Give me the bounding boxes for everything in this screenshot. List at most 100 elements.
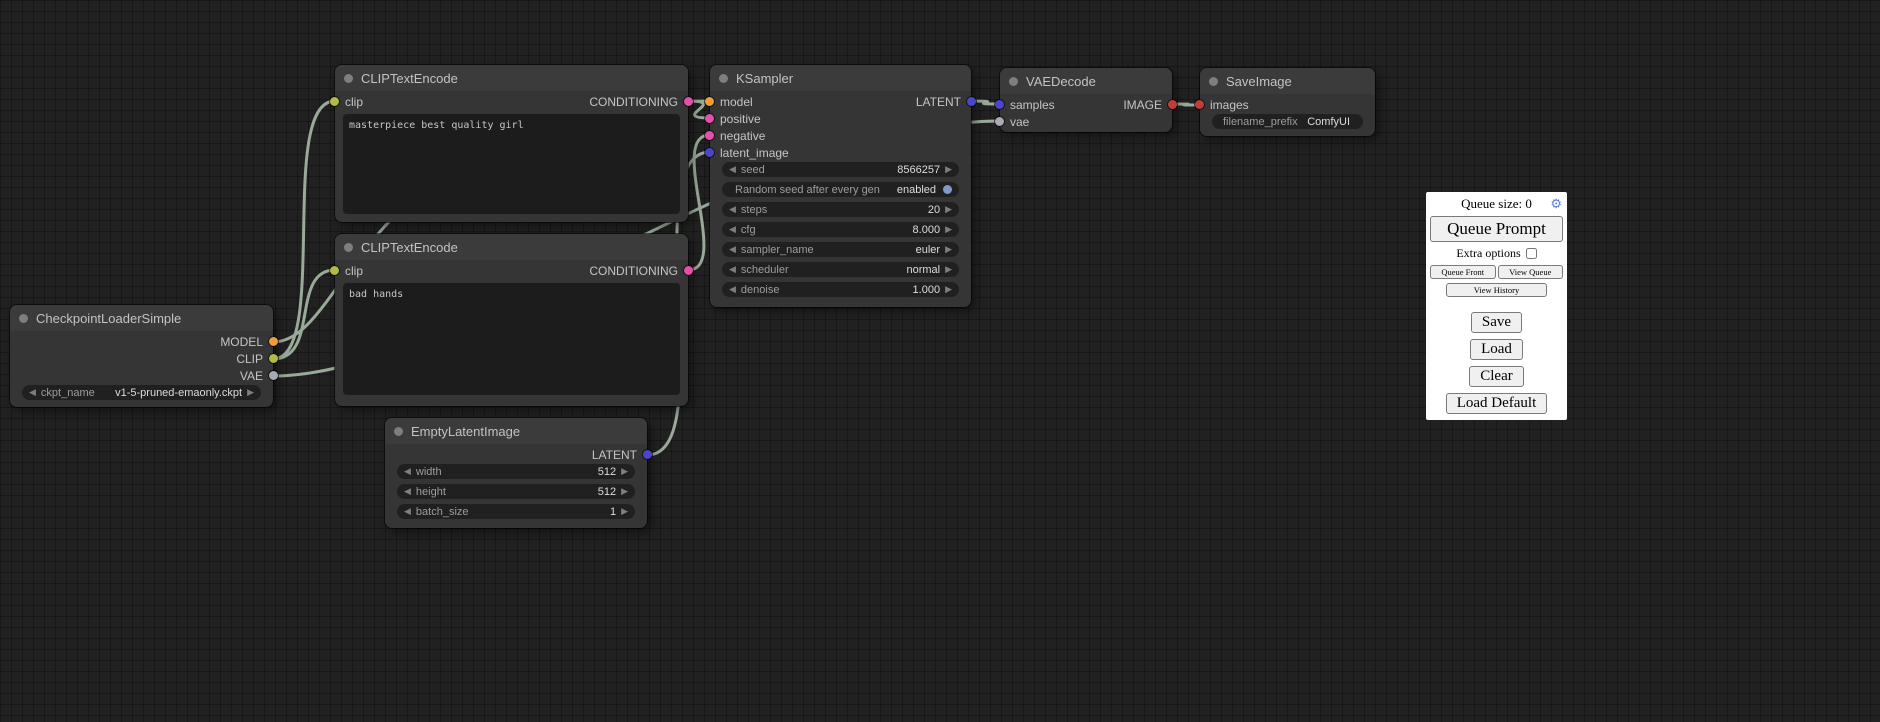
extra-options-checkbox[interactable] — [1526, 248, 1537, 259]
increment-arrow-icon[interactable]: ▶ — [621, 487, 628, 496]
node-vaedecode[interactable]: VAEDecode samples IMAGE vae — [1000, 68, 1172, 132]
decrement-arrow-icon[interactable]: ◀ — [729, 205, 736, 214]
conditioning-slot-dot[interactable] — [684, 97, 693, 106]
negative-prompt-textarea[interactable]: bad hands — [343, 283, 680, 395]
input-slot-latent-image[interactable]: latent_image — [710, 146, 789, 160]
decrement-arrow-icon[interactable]: ◀ — [29, 388, 36, 397]
input-slot-positive[interactable]: positive — [710, 112, 761, 126]
input-slot-model[interactable]: model — [710, 95, 753, 109]
increment-arrow-icon[interactable]: ▶ — [945, 165, 952, 174]
output-slot-clip[interactable]: CLIP — [236, 352, 273, 366]
collapse-toggle[interactable] — [394, 427, 403, 436]
node-title-bar[interactable]: CheckpointLoaderSimple — [10, 305, 273, 331]
node-ksampler[interactable]: KSampler model LATENT positive — [710, 65, 971, 307]
collapse-toggle[interactable] — [1009, 77, 1018, 86]
load-button[interactable]: Load — [1470, 339, 1523, 360]
save-button[interactable]: Save — [1471, 312, 1522, 333]
model-slot-dot[interactable] — [705, 97, 714, 106]
node-cliptextencode-positive[interactable]: CLIPTextEncode clip CONDITIONING masterp… — [335, 65, 688, 222]
widget-height[interactable]: ◀ height 512 ▶ — [397, 484, 635, 499]
collapse-toggle[interactable] — [719, 74, 728, 83]
output-slot-latent[interactable]: LATENT — [916, 95, 971, 109]
view-queue-button[interactable]: View Queue — [1498, 265, 1564, 279]
widget-steps[interactable]: ◀ steps 20 ▶ — [722, 202, 959, 217]
clear-button[interactable]: Clear — [1469, 366, 1523, 387]
widget-seed[interactable]: ◀ seed 8566257 ▶ — [722, 162, 959, 177]
conditioning-slot-dot[interactable] — [684, 266, 693, 275]
collapse-toggle[interactable] — [19, 314, 28, 323]
output-slot-model[interactable]: MODEL — [220, 335, 273, 349]
input-slot-samples[interactable]: samples — [1000, 98, 1055, 112]
vae-slot-dot[interactable] — [995, 117, 1004, 126]
node-title-bar[interactable]: CLIPTextEncode — [335, 65, 688, 91]
increment-arrow-icon[interactable]: ▶ — [621, 467, 628, 476]
node-title-bar[interactable]: VAEDecode — [1000, 68, 1172, 94]
model-slot-dot[interactable] — [269, 337, 278, 346]
node-title-bar[interactable]: EmptyLatentImage — [385, 418, 647, 444]
collapse-toggle[interactable] — [344, 243, 353, 252]
widget-scheduler[interactable]: ◀ scheduler normal ▶ — [722, 262, 959, 277]
load-default-button[interactable]: Load Default — [1446, 393, 1548, 414]
queue-prompt-button[interactable]: Queue Prompt — [1430, 216, 1563, 242]
input-slot-clip[interactable]: clip — [335, 95, 363, 109]
decrement-arrow-icon[interactable]: ◀ — [729, 165, 736, 174]
conditioning-slot-dot[interactable] — [705, 131, 714, 140]
output-slot-image[interactable]: IMAGE — [1123, 98, 1172, 112]
widget-filename-prefix[interactable]: filename_prefix ComfyUI — [1212, 114, 1363, 129]
increment-arrow-icon[interactable]: ▶ — [621, 507, 628, 516]
increment-arrow-icon[interactable]: ▶ — [945, 225, 952, 234]
positive-prompt-textarea[interactable]: masterpiece best quality girl — [343, 114, 680, 214]
node-saveimage[interactable]: SaveImage images filename_prefix ComfyUI — [1200, 68, 1375, 136]
widget-cfg[interactable]: ◀ cfg 8.000 ▶ — [722, 222, 959, 237]
latent-slot-dot[interactable] — [995, 100, 1004, 109]
increment-arrow-icon[interactable]: ▶ — [945, 245, 952, 254]
decrement-arrow-icon[interactable]: ◀ — [729, 245, 736, 254]
toggle-indicator[interactable] — [943, 185, 952, 194]
clip-slot-dot[interactable] — [269, 354, 278, 363]
widget-ckpt-name[interactable]: ◀ ckpt_name v1-5-pruned-emaonly.ckpt ▶ — [22, 385, 261, 400]
decrement-arrow-icon[interactable]: ◀ — [404, 507, 411, 516]
node-title-bar[interactable]: CLIPTextEncode — [335, 234, 688, 260]
latent-slot-dot[interactable] — [967, 97, 976, 106]
decrement-arrow-icon[interactable]: ◀ — [729, 285, 736, 294]
input-slot-negative[interactable]: negative — [710, 129, 765, 143]
clip-slot-dot[interactable] — [330, 266, 339, 275]
widget-random-seed-toggle[interactable]: Random seed after every gen enabled — [722, 182, 959, 197]
image-slot-dot[interactable] — [1168, 100, 1177, 109]
conditioning-slot-dot[interactable] — [705, 114, 714, 123]
collapse-toggle[interactable] — [1209, 77, 1218, 86]
node-cliptextencode-negative[interactable]: CLIPTextEncode clip CONDITIONING bad han… — [335, 234, 688, 406]
output-slot-conditioning[interactable]: CONDITIONING — [589, 264, 688, 278]
view-history-button[interactable]: View History — [1446, 283, 1547, 297]
widget-sampler-name[interactable]: ◀ sampler_name euler ▶ — [722, 242, 959, 257]
queue-front-button[interactable]: Queue Front — [1430, 265, 1496, 279]
increment-arrow-icon[interactable]: ▶ — [945, 285, 952, 294]
decrement-arrow-icon[interactable]: ◀ — [729, 225, 736, 234]
increment-arrow-icon[interactable]: ▶ — [247, 388, 254, 397]
collapse-toggle[interactable] — [344, 74, 353, 83]
latent-slot-dot[interactable] — [705, 148, 714, 157]
output-slot-latent[interactable]: LATENT — [592, 448, 647, 462]
vae-slot-dot[interactable] — [269, 371, 278, 380]
decrement-arrow-icon[interactable]: ◀ — [404, 487, 411, 496]
output-slot-conditioning[interactable]: CONDITIONING — [589, 95, 688, 109]
widget-width[interactable]: ◀ width 512 ▶ — [397, 464, 635, 479]
graph-canvas[interactable]: CheckpointLoaderSimple MODEL CLIP VAE — [0, 0, 1880, 722]
settings-gear-icon[interactable]: ⚙ — [1550, 197, 1562, 210]
decrement-arrow-icon[interactable]: ◀ — [404, 467, 411, 476]
increment-arrow-icon[interactable]: ▶ — [945, 205, 952, 214]
image-slot-dot[interactable] — [1195, 100, 1204, 109]
node-title-bar[interactable]: KSampler — [710, 65, 971, 91]
clip-slot-dot[interactable] — [330, 97, 339, 106]
node-checkpointloadersimple[interactable]: CheckpointLoaderSimple MODEL CLIP VAE — [10, 305, 273, 407]
widget-batch-size[interactable]: ◀ batch_size 1 ▶ — [397, 504, 635, 519]
decrement-arrow-icon[interactable]: ◀ — [729, 265, 736, 274]
output-slot-vae[interactable]: VAE — [240, 369, 273, 383]
input-slot-clip[interactable]: clip — [335, 264, 363, 278]
node-title-bar[interactable]: SaveImage — [1200, 68, 1375, 94]
widget-denoise[interactable]: ◀ denoise 1.000 ▶ — [722, 282, 959, 297]
node-emptylatentimage[interactable]: EmptyLatentImage LATENT ◀ width 512 ▶ ◀ … — [385, 418, 647, 528]
latent-slot-dot[interactable] — [643, 450, 652, 459]
input-slot-images[interactable]: images — [1200, 98, 1249, 112]
input-slot-vae[interactable]: vae — [1000, 115, 1029, 129]
